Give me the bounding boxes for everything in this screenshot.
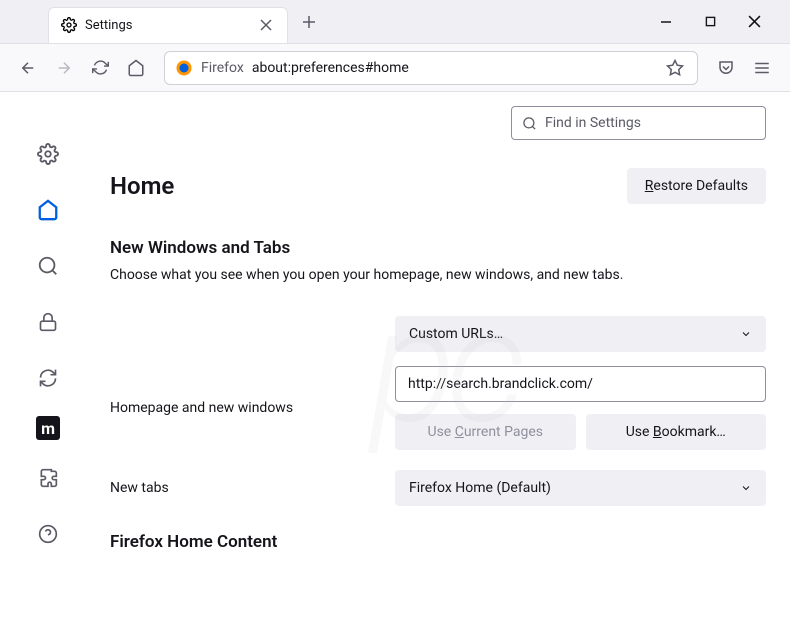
sidebar-search-icon[interactable] — [30, 248, 66, 284]
browser-tab[interactable]: Settings — [48, 7, 288, 43]
reload-button[interactable] — [84, 52, 116, 84]
section-title: New Windows and Tabs — [110, 238, 766, 258]
newtabs-label: New tabs — [110, 480, 395, 496]
sidebar-sync-icon[interactable] — [30, 360, 66, 396]
sidebar-privacy-icon[interactable] — [30, 304, 66, 340]
use-bookmark-button[interactable]: Use Bookmark… — [586, 414, 767, 450]
home-button[interactable] — [120, 52, 152, 84]
newtabs-select[interactable]: Firefox Home (Default) — [395, 470, 766, 506]
use-current-pages-button[interactable]: Use Current Pages — [395, 414, 576, 450]
tab-title: Settings — [85, 18, 257, 33]
chevron-down-icon — [740, 328, 752, 340]
close-window-button[interactable] — [738, 6, 770, 38]
sidebar-extensions-icon[interactable] — [30, 460, 66, 496]
firefox-icon — [175, 59, 193, 77]
url-bar[interactable]: Firefox about:preferences#home — [164, 51, 698, 85]
sidebar-general-icon[interactable] — [30, 136, 66, 172]
bookmark-star-icon[interactable] — [663, 56, 687, 80]
minimize-button[interactable] — [650, 6, 682, 38]
sidebar-help-icon[interactable] — [30, 516, 66, 552]
section-description: Choose what you see when you open your h… — [110, 266, 766, 286]
maximize-button[interactable] — [694, 6, 726, 38]
new-tab-button[interactable] — [294, 7, 324, 37]
pocket-icon[interactable] — [710, 52, 742, 84]
close-icon[interactable] — [257, 16, 275, 34]
homepage-url-input[interactable] — [395, 366, 766, 402]
url-prefix: Firefox — [201, 60, 244, 76]
forward-button[interactable] — [48, 52, 80, 84]
chevron-down-icon — [740, 482, 752, 494]
sidebar-home-icon[interactable] — [30, 192, 66, 228]
homepage-select[interactable]: Custom URLs… — [395, 316, 766, 352]
search-placeholder: Find in Settings — [545, 115, 641, 131]
homepage-label-text: Homepage and new windows — [110, 400, 395, 416]
search-input[interactable]: Find in Settings — [511, 106, 766, 140]
restore-defaults-button[interactable]: Restore Defaults — [627, 168, 766, 204]
url-text: about:preferences#home — [252, 60, 655, 76]
menu-button[interactable] — [746, 52, 778, 84]
back-button[interactable] — [12, 52, 44, 84]
section-title-2: Firefox Home Content — [110, 532, 766, 552]
gear-icon — [61, 17, 77, 33]
search-icon — [522, 116, 537, 131]
sidebar-more-icon[interactable]: m — [36, 416, 60, 440]
page-title: Home — [110, 172, 174, 200]
